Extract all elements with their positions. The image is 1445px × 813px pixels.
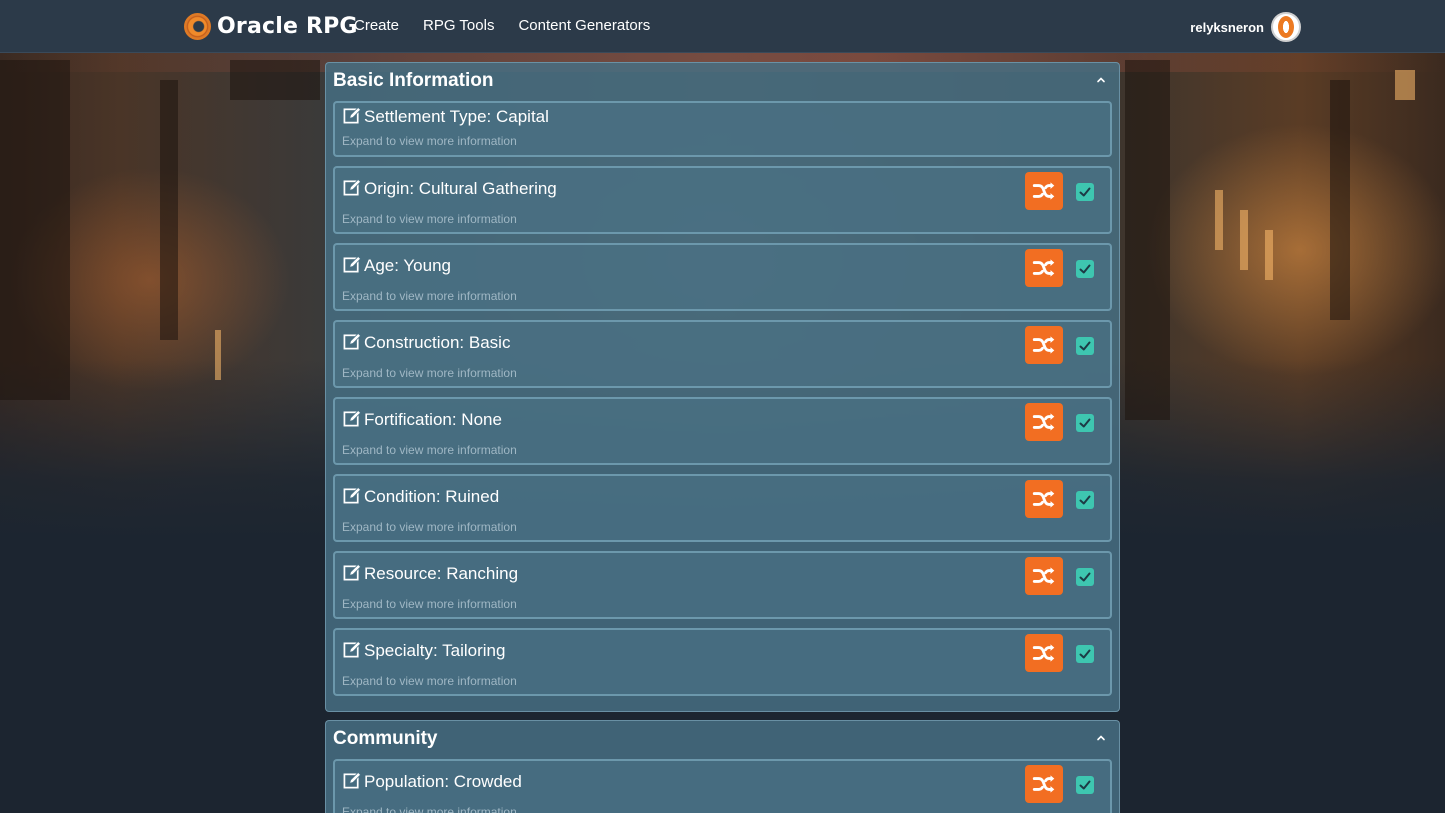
shuffle-icon [1031, 332, 1057, 358]
lock-checkbox[interactable] [1076, 337, 1094, 355]
check-icon [1077, 777, 1093, 793]
list-item[interactable]: Origin: Cultural Gathering Expand to view… [333, 166, 1112, 234]
section-title: Community [333, 728, 438, 749]
list-item[interactable]: Population: Crowded Expand to view more i… [333, 759, 1112, 813]
item-label: Condition: Ruined [364, 487, 500, 506]
shuffle-icon [1031, 563, 1057, 589]
shuffle-icon [1031, 640, 1057, 666]
shuffle-button[interactable] [1025, 403, 1063, 441]
lock-checkbox[interactable] [1076, 260, 1094, 278]
lock-checkbox[interactable] [1076, 645, 1094, 663]
shuffle-icon [1031, 486, 1057, 512]
shuffle-icon [1031, 409, 1057, 435]
generator-content: Basic Information Settlement Type: Capita… [325, 62, 1120, 813]
lock-checkbox[interactable] [1076, 414, 1094, 432]
item-label: Construction: Basic [364, 333, 511, 352]
chevron-up-icon[interactable] [1096, 733, 1106, 743]
username[interactable]: relyksneron [1190, 20, 1264, 35]
lock-checkbox[interactable] [1076, 776, 1094, 794]
shuffle-icon [1031, 255, 1057, 281]
check-icon [1077, 184, 1093, 200]
nav-link-rpg-tools[interactable]: RPG Tools [423, 17, 494, 34]
item-title: Population: Crowded [343, 772, 522, 792]
item-label: Resource: Ranching [364, 564, 519, 583]
shuffle-button[interactable] [1025, 249, 1063, 287]
item-expand-hint[interactable]: Expand to view more information [342, 597, 517, 611]
oracle-logo-icon [184, 12, 211, 40]
list-item[interactable]: Condition: Ruined Expand to view more inf… [333, 474, 1112, 542]
check-icon [1077, 261, 1093, 277]
item-title: Specialty: Tailoring [343, 641, 505, 661]
edit-icon[interactable] [343, 255, 362, 274]
item-expand-hint[interactable]: Expand to view more information [342, 674, 517, 688]
item-expand-hint[interactable]: Expand to view more information [342, 366, 517, 380]
check-icon [1077, 415, 1093, 431]
lock-checkbox[interactable] [1076, 568, 1094, 586]
check-icon [1077, 646, 1093, 662]
section-header[interactable]: Basic Information [333, 63, 1112, 101]
edit-icon[interactable] [343, 563, 362, 582]
list-item[interactable]: Construction: Basic Expand to view more i… [333, 320, 1112, 388]
avatar-logo-icon [1278, 16, 1294, 38]
nav-link-create[interactable]: Create [354, 17, 399, 34]
item-title: Settlement Type: Capital [343, 107, 549, 127]
item-expand-hint[interactable]: Expand to view more information [342, 289, 517, 303]
list-item[interactable]: Settlement Type: Capital Expand to view m… [333, 101, 1112, 157]
item-label: Fortification: None [364, 410, 502, 429]
item-label: Origin: Cultural Gathering [364, 179, 557, 198]
item-title: Origin: Cultural Gathering [343, 179, 557, 199]
item-label: Age: Young [364, 256, 451, 275]
edit-icon[interactable] [343, 486, 362, 505]
list-item[interactable]: Specialty: Tailoring Expand to view more … [333, 628, 1112, 696]
item-expand-hint[interactable]: Expand to view more information [342, 443, 517, 457]
edit-icon[interactable] [343, 409, 362, 428]
shuffle-icon [1031, 771, 1057, 797]
lock-checkbox[interactable] [1076, 491, 1094, 509]
nav-link-content-generators[interactable]: Content Generators [518, 17, 650, 34]
item-label: Specialty: Tailoring [364, 641, 506, 660]
shuffle-button[interactable] [1025, 326, 1063, 364]
shuffle-icon [1031, 178, 1057, 204]
shuffle-button[interactable] [1025, 172, 1063, 210]
check-icon [1077, 338, 1093, 354]
item-expand-hint[interactable]: Expand to view more information [342, 805, 517, 813]
top-navbar: Oracle RPG Create RPG Tools Content Gene… [0, 0, 1445, 53]
list-item[interactable]: Age: Young Expand to view more informatio… [333, 243, 1112, 311]
edit-icon[interactable] [343, 332, 362, 351]
item-title: Construction: Basic [343, 333, 510, 353]
item-title: Age: Young [343, 256, 451, 276]
user-menu[interactable]: relyksneron [1190, 12, 1301, 42]
edit-icon[interactable] [343, 178, 362, 197]
shuffle-button[interactable] [1025, 634, 1063, 672]
item-expand-hint[interactable]: Expand to view more information [342, 212, 517, 226]
list-item[interactable]: Resource: Ranching Expand to view more in… [333, 551, 1112, 619]
edit-icon[interactable] [343, 106, 362, 125]
item-title: Resource: Ranching [343, 564, 518, 584]
section-basic-information: Basic Information Settlement Type: Capita… [325, 62, 1120, 712]
item-expand-hint[interactable]: Expand to view more information [342, 520, 517, 534]
check-icon [1077, 492, 1093, 508]
nav-links: Create RPG Tools Content Generators [354, 17, 674, 34]
section-community: Community Population: Crowded Expand to vi… [325, 720, 1120, 813]
edit-icon[interactable] [343, 640, 362, 659]
lock-checkbox[interactable] [1076, 183, 1094, 201]
item-label: Settlement Type: Capital [364, 107, 549, 126]
check-icon [1077, 569, 1093, 585]
shuffle-button[interactable] [1025, 557, 1063, 595]
shuffle-button[interactable] [1025, 480, 1063, 518]
brand-link[interactable]: Oracle RPG [184, 11, 358, 41]
section-title: Basic Information [333, 70, 494, 91]
item-title: Condition: Ruined [343, 487, 499, 507]
item-title: Fortification: None [343, 410, 502, 430]
item-expand-hint[interactable]: Expand to view more information [342, 134, 517, 148]
avatar[interactable] [1271, 12, 1301, 42]
list-item[interactable]: Fortification: None Expand to view more i… [333, 397, 1112, 465]
shuffle-button[interactable] [1025, 765, 1063, 803]
brand-name: Oracle RPG [217, 13, 358, 39]
edit-icon[interactable] [343, 771, 362, 790]
item-label: Population: Crowded [364, 772, 522, 791]
chevron-up-icon[interactable] [1096, 75, 1106, 85]
section-header[interactable]: Community [333, 721, 1112, 759]
